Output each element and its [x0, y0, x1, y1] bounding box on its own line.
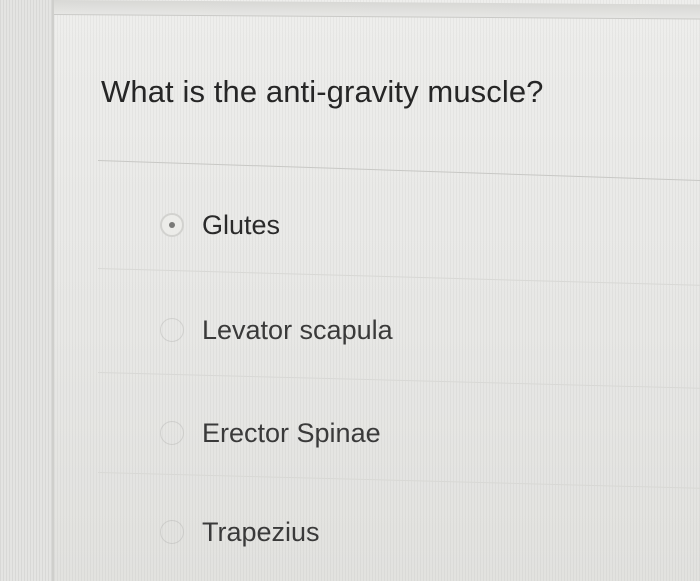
answer-option-label: Glutes	[202, 209, 281, 240]
radio-button-icon[interactable]	[160, 213, 184, 237]
option-divider	[97, 268, 700, 287]
answer-option-label: Erector Spinae	[202, 417, 381, 448]
answer-option-glutes[interactable]: Glutes	[160, 208, 280, 242]
radio-button-icon[interactable]	[160, 520, 184, 544]
question-text: What is the anti-gravity muscle?	[101, 74, 544, 109]
radio-selected-dot-icon	[169, 222, 175, 228]
left-margin	[0, 0, 52, 581]
radio-button-icon[interactable]	[160, 318, 184, 342]
top-border	[54, 0, 700, 20]
option-divider	[97, 472, 700, 489]
quiz-screen: What is the anti-gravity muscle? Glutes …	[0, 0, 700, 581]
answer-option-label: Levator scapula	[202, 314, 393, 345]
answer-option-label: Trapezius	[202, 516, 320, 547]
answer-option-trapezius[interactable]: Trapezius	[160, 515, 320, 549]
answer-option-erector-spinae[interactable]: Erector Spinae	[160, 416, 381, 450]
radio-button-icon[interactable]	[160, 421, 184, 445]
left-border	[52, 0, 54, 581]
question-divider	[97, 160, 700, 182]
option-divider	[97, 372, 700, 389]
answer-option-levator-scapula[interactable]: Levator scapula	[160, 313, 393, 347]
